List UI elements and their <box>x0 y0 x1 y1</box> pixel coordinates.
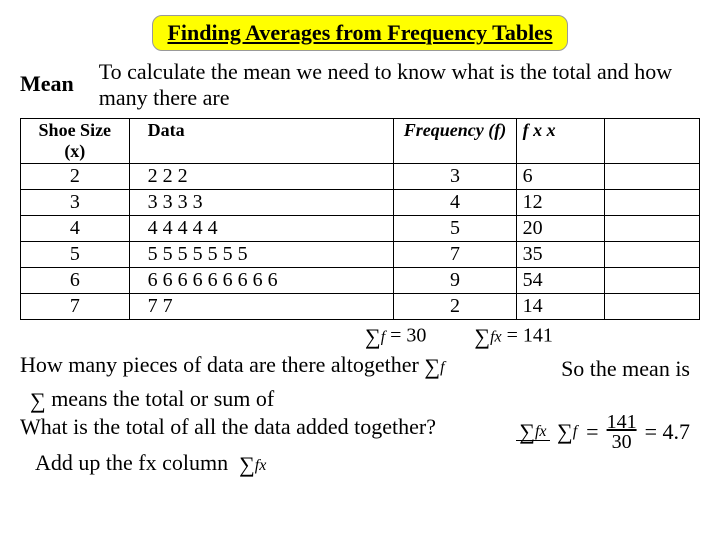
table-row: 3 3 3 3 3 4 12 <box>21 189 700 215</box>
means-total-text: means the total or sum of <box>51 386 274 411</box>
table-row: 5 5 5 5 5 5 5 5 7 35 <box>21 241 700 267</box>
question-howmany: How many pieces of data are there altoge… <box>20 352 419 377</box>
mean-result: ∑fx ∑f = 141 30 = 4.7 <box>516 412 690 452</box>
sigma-icon: ∑ <box>365 324 381 350</box>
header-blank <box>604 118 699 163</box>
sum-row: ∑f = 30 ∑fx = 141 <box>20 324 700 350</box>
table-row: 4 4 4 4 4 4 5 20 <box>21 215 700 241</box>
page-title: Finding Averages from Frequency Tables <box>152 15 567 51</box>
frequency-table: Shoe Size (x) Data Frequency (f) f x x 2… <box>20 118 700 320</box>
sigma-icon: ∑ <box>239 452 255 478</box>
mean-heading: Mean <box>20 59 74 97</box>
header-fx: f x x <box>516 118 604 163</box>
addup-text: Add up the fx column <box>35 450 228 475</box>
sigma-icon: ∑ <box>30 388 46 414</box>
header-data: Data <box>129 118 394 163</box>
sigma-icon: ∑ <box>424 354 440 380</box>
so-mean-label: So the mean is <box>561 356 690 382</box>
table-row: 7 7 7 2 14 <box>21 293 700 319</box>
header-f: Frequency (f) <box>394 118 516 163</box>
header-x: Shoe Size (x) <box>21 118 130 163</box>
sum-fx-value: = 141 <box>507 324 553 346</box>
sum-f-value: = 30 <box>390 324 426 346</box>
sigma-icon: ∑ <box>474 324 490 350</box>
table-row: 6 6 6 6 6 6 6 6 6 6 9 54 <box>21 267 700 293</box>
table-row: 2 2 2 2 3 6 <box>21 163 700 189</box>
intro-text: To calculate the mean we need to know wh… <box>99 59 700 112</box>
